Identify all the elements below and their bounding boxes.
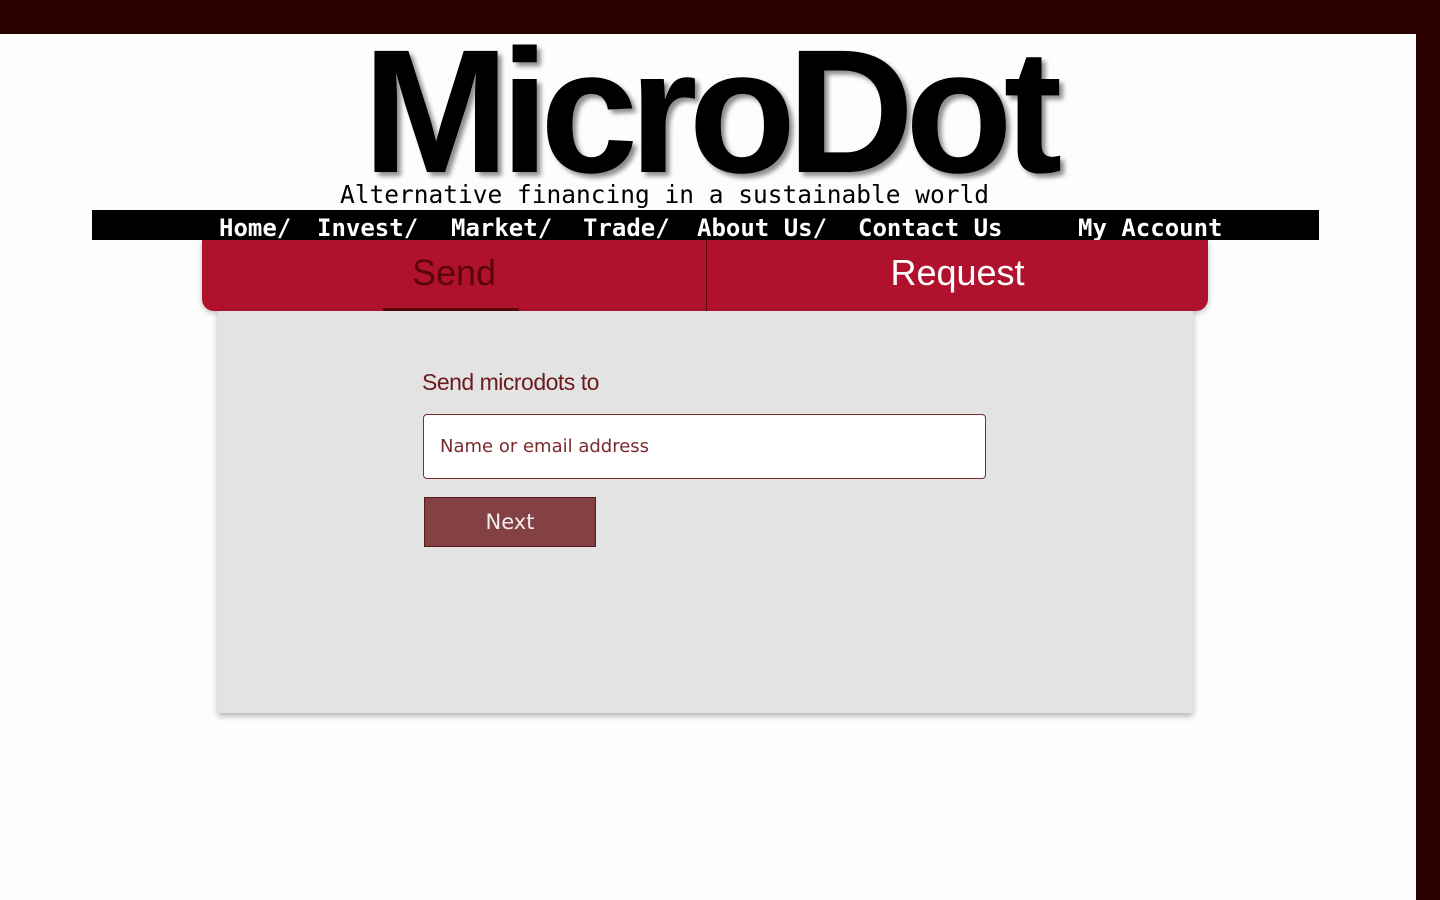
main-nav: Home/ Invest/ Market/ Trade/ About Us/ C… (92, 210, 1319, 242)
microdot-logo[interactable]: MicroDot (0, 24, 1416, 200)
tab-request[interactable]: Request (707, 240, 1208, 311)
send-form-label: Send microdots to (422, 369, 599, 395)
nav-home-link[interactable]: Home/ (219, 210, 291, 242)
nav-market-link[interactable]: Market/ (451, 210, 552, 242)
tab-send[interactable]: Send (202, 240, 706, 311)
nav-contact-us-link[interactable]: Contact Us (858, 210, 1003, 242)
recipient-input[interactable] (423, 414, 986, 479)
tagline: Alternative financing in a sustainable w… (340, 180, 990, 209)
nav-about-us-link[interactable]: About Us/ (697, 210, 827, 242)
nav-trade-link[interactable]: Trade/ (583, 210, 670, 242)
next-button[interactable]: Next (424, 497, 596, 547)
send-request-tabs: Send Request (202, 240, 1208, 311)
nav-my-account-link[interactable]: My Account (1078, 210, 1223, 242)
page: MicroDot Alternative financing in a sust… (0, 24, 1416, 900)
nav-invest-link[interactable]: Invest/ (317, 210, 418, 242)
send-form-card: Send microdots to Next (218, 311, 1193, 713)
